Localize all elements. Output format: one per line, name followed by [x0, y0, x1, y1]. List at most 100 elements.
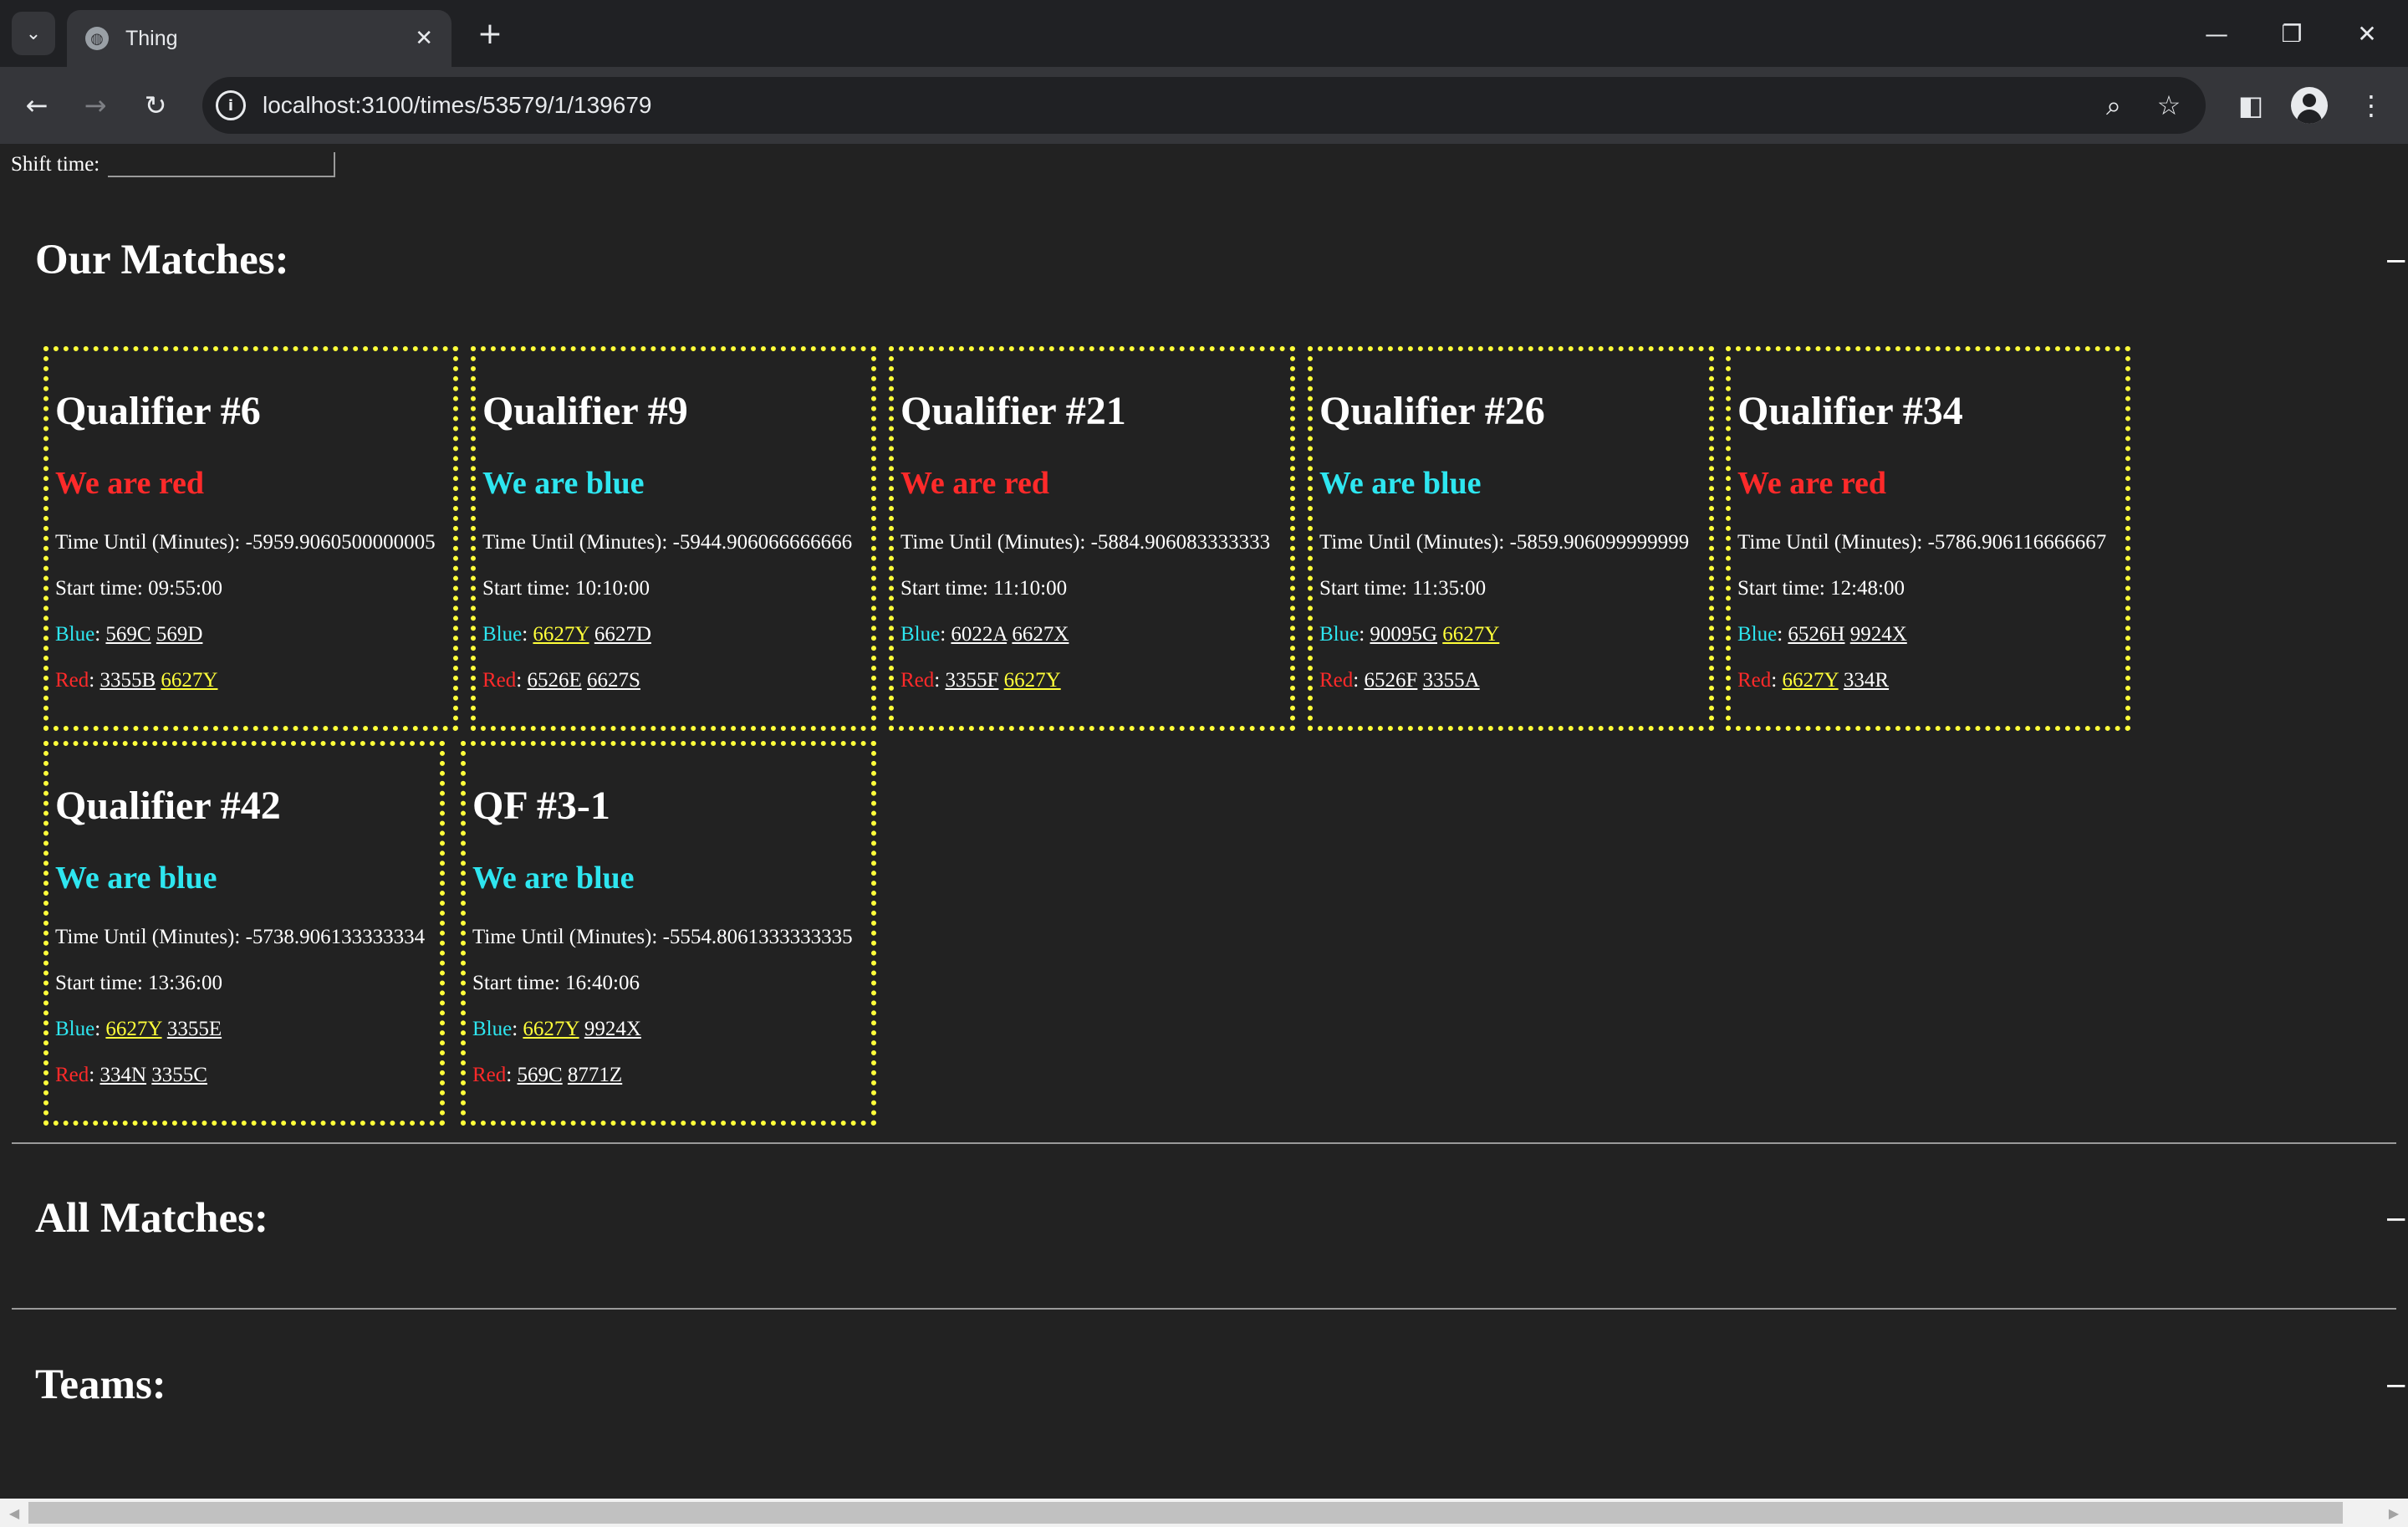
- team-link[interactable]: 6526F: [1364, 669, 1417, 692]
- browser-toolbar: ← → ↻ i localhost:3100/times/53579/1/139…: [0, 67, 2408, 144]
- side-panel-button[interactable]: ◧: [2229, 84, 2273, 127]
- time-until-row: Time Until (Minutes): -5786.906116666667: [1737, 531, 2106, 554]
- minimize-button[interactable]: —: [2179, 0, 2254, 67]
- team-link[interactable]: 569C: [105, 623, 150, 646]
- match-name: Qualifier #42: [55, 784, 281, 828]
- team-link[interactable]: 3355E: [167, 1018, 222, 1040]
- team-link[interactable]: 3355C: [151, 1064, 207, 1086]
- bookmark-star-icon[interactable]: ☆: [2149, 85, 2189, 125]
- team-link[interactable]: 6022A: [951, 623, 1007, 646]
- our-matches-title[interactable]: Our Matches:: [35, 236, 289, 284]
- team-link[interactable]: 6526E: [527, 669, 581, 692]
- team-link[interactable]: 6627Y: [1782, 669, 1838, 692]
- chevron-down-icon: ⌄: [25, 23, 42, 44]
- match-card: QF #3-1 We are blue Time Until (Minutes): …: [461, 741, 876, 1126]
- close-window-button[interactable]: ✕: [2329, 0, 2405, 67]
- restore-button[interactable]: ❐: [2254, 0, 2329, 67]
- red-label: Red: [55, 669, 89, 692]
- blue-alliance-row: Blue: 6627Y 9924X: [472, 1018, 641, 1040]
- tab-search-button[interactable]: ⌄: [12, 12, 55, 55]
- site-info-icon[interactable]: i: [216, 90, 246, 120]
- team-link[interactable]: 9924X: [1850, 623, 1907, 646]
- tab-close-icon[interactable]: ✕: [415, 26, 433, 51]
- match-card: Qualifier #6 We are red Time Until (Minute…: [43, 346, 458, 731]
- team-link[interactable]: 3355F: [945, 669, 998, 692]
- team-link[interactable]: 6627X: [1012, 623, 1069, 646]
- start-time-row: Start time: 11:35:00: [1319, 577, 1486, 600]
- blue-label: Blue: [1737, 623, 1778, 646]
- time-until-label: Time Until (Minutes):: [55, 531, 241, 554]
- red-label: Red: [1737, 669, 1772, 692]
- red-label: Red: [472, 1064, 507, 1086]
- team-link[interactable]: 90095G: [1370, 623, 1437, 646]
- reload-icon: ↻: [144, 89, 167, 121]
- divider: [12, 1308, 2396, 1310]
- team-link[interactable]: 6627Y: [161, 669, 217, 692]
- forward-button[interactable]: →: [74, 84, 117, 127]
- new-tab-button[interactable]: +: [470, 12, 510, 55]
- more-vert-icon: ⋮: [2358, 89, 2385, 121]
- time-until-row: Time Until (Minutes): -5738.906133333334: [55, 926, 425, 949]
- blue-alliance-row: Blue: 6022A 6627X: [900, 623, 1069, 646]
- url-text[interactable]: localhost:3100/times/53579/1/139679: [263, 77, 651, 134]
- team-link[interactable]: 6627S: [587, 669, 640, 692]
- blue-alliance-row: Blue: 6627Y 3355E: [55, 1018, 222, 1040]
- scrollbar-thumb[interactable]: [28, 1502, 2343, 1524]
- back-button[interactable]: ←: [15, 84, 59, 127]
- team-link[interactable]: 6627Y: [105, 1018, 161, 1040]
- team-link[interactable]: 6526H: [1788, 623, 1844, 646]
- tab-title: Thing: [125, 26, 178, 50]
- profile-avatar-icon[interactable]: [2291, 87, 2328, 124]
- page-content: Shift time: Our Matches: − Qualifier #6 W…: [0, 144, 2408, 1499]
- match-name: Qualifier #26: [1319, 389, 1545, 433]
- team-link[interactable]: 6627Y: [533, 623, 589, 646]
- match-name: Qualifier #9: [482, 389, 688, 433]
- time-until-label: Time Until (Minutes):: [1737, 531, 1923, 554]
- team-link[interactable]: 6627Y: [1004, 669, 1061, 692]
- team-link[interactable]: 6627Y: [523, 1018, 579, 1040]
- team-link[interactable]: 6627Y: [1442, 623, 1499, 646]
- time-until-row: Time Until (Minutes): -5884.906083333333: [900, 531, 1270, 554]
- start-time-label: Start time:: [1319, 577, 1407, 600]
- team-link[interactable]: 334R: [1844, 669, 1889, 692]
- all-matches-title[interactable]: All Matches:: [35, 1194, 268, 1243]
- team-link[interactable]: 569C: [517, 1064, 562, 1086]
- menu-button[interactable]: ⋮: [2349, 84, 2393, 127]
- side-panel-icon: ◧: [2237, 89, 2264, 121]
- time-until-value: -5738.906133333334: [245, 926, 426, 948]
- address-bar[interactable]: i localhost:3100/times/53579/1/139679 ⌕ …: [202, 77, 2206, 134]
- alliance-label: We are blue: [1319, 466, 1482, 501]
- shift-time-input[interactable]: [108, 152, 336, 177]
- red-label: Red: [1319, 669, 1354, 692]
- match-card: Qualifier #34 We are red Time Until (Minut…: [1726, 346, 2130, 731]
- start-time-row: Start time: 12:48:00: [1737, 577, 1905, 600]
- horizontal-scrollbar[interactable]: ◀ ▶: [0, 1499, 2408, 1527]
- team-link[interactable]: 334N: [99, 1064, 146, 1086]
- red-alliance-row: Red: 3355F 6627Y: [900, 669, 1061, 692]
- time-until-value: -5859.906099999999: [1509, 531, 1690, 554]
- team-link[interactable]: 3355B: [99, 669, 156, 692]
- our-matches-toggle[interactable]: −: [2385, 244, 2408, 278]
- time-until-value: -5884.906083333333: [1090, 531, 1271, 554]
- team-link[interactable]: 569D: [156, 623, 203, 646]
- blue-label: Blue: [900, 623, 941, 646]
- start-time-label: Start time:: [1737, 577, 1825, 600]
- browser-tab[interactable]: ◍ Thing ✕: [67, 10, 452, 67]
- scroll-left-icon[interactable]: ◀: [0, 1499, 28, 1527]
- divider: [12, 1142, 2396, 1144]
- scroll-right-icon[interactable]: ▶: [2380, 1499, 2408, 1527]
- match-name: Qualifier #6: [55, 389, 261, 433]
- start-time-value: 09:55:00: [148, 577, 223, 600]
- team-link[interactable]: 6627D: [594, 623, 651, 646]
- start-time-value: 12:48:00: [1830, 577, 1905, 600]
- blue-alliance-row: Blue: 6627Y 6627D: [482, 623, 651, 646]
- team-link[interactable]: 8771Z: [568, 1064, 622, 1086]
- teams-title[interactable]: Teams:: [35, 1361, 166, 1409]
- all-matches-toggle[interactable]: −: [2385, 1203, 2408, 1236]
- time-until-value: -5959.9060500000005: [245, 531, 436, 554]
- team-link[interactable]: 9924X: [584, 1018, 641, 1040]
- zoom-icon[interactable]: ⌕: [2094, 85, 2134, 125]
- reload-button[interactable]: ↻: [134, 84, 177, 127]
- team-link[interactable]: 3355A: [1423, 669, 1480, 692]
- teams-toggle[interactable]: −: [2385, 1369, 2408, 1402]
